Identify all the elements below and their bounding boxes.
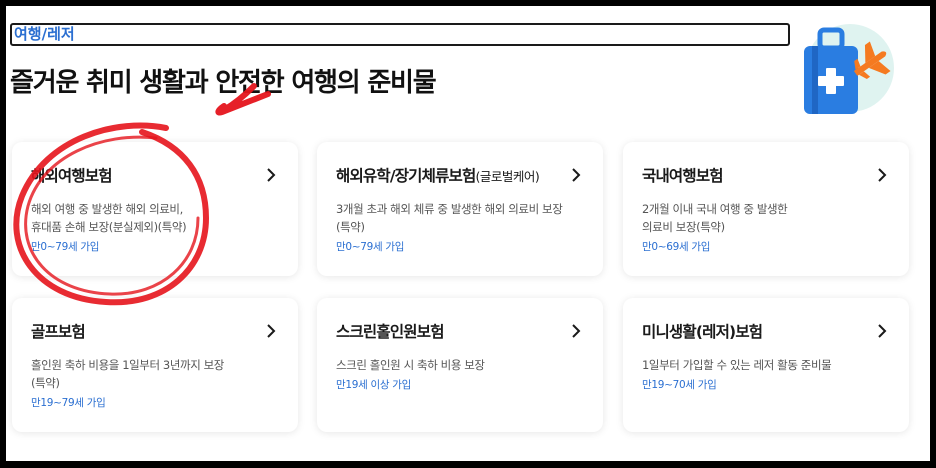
card-description: 3개월 초과 해외 체류 중 발생한 해외 의료비 보장 (특약) xyxy=(336,202,563,234)
card-age-range: 만19~70세 가입 xyxy=(642,379,717,391)
product-card-overseas-travel[interactable]: 해외여행보험 해외 여행 중 발생한 해외 의료비, 휴대품 손해 보장(분실제… xyxy=(12,142,298,276)
card-age-range: 만19세 이상 가입 xyxy=(336,379,411,391)
card-title: 골프보험 xyxy=(31,323,86,341)
page-headline: 즐거운 취미 생활과 안전한 여행의 준비물 xyxy=(10,68,437,98)
product-card-screen-hole-in-one[interactable]: 스크린홀인원보험 스크린 홀인원 시 축하 비용 보장 만19세 이상 가입 xyxy=(317,298,603,432)
card-age-range: 만0~79세 가입 xyxy=(31,241,100,253)
card-description: 2개월 이내 국내 여행 중 발생한 의료비 보장(특약) xyxy=(642,202,788,234)
card-description: 해외 여행 중 발생한 해외 의료비, 휴대품 손해 보장(분실제외)(특약) xyxy=(31,202,187,234)
product-card-study-abroad[interactable]: 해외유학/장기체류보험(글로벌케어) 3개월 초과 해외 체류 중 발생한 해외… xyxy=(317,142,603,276)
card-age-range: 만19~79세 가입 xyxy=(31,397,106,409)
card-title: 미니생활(레저)보험 xyxy=(642,323,763,341)
card-title: 스크린홀인원보험 xyxy=(336,323,444,341)
card-description: 스크린 홀인원 시 축하 비용 보장 xyxy=(336,358,485,372)
card-title: 해외유학/장기체류보험(글로벌케어) xyxy=(336,167,540,185)
card-description: 1일부터 가입할 수 있는 레저 활동 준비물 xyxy=(642,358,832,372)
product-card-golf[interactable]: 골프보험 홀인원 축하 비용을 1일부터 3년까지 보장 (특약) 만19~79… xyxy=(12,298,298,432)
chevron-right-icon[interactable] xyxy=(264,322,278,340)
chevron-right-icon[interactable] xyxy=(875,322,889,340)
card-title: 해외여행보험 xyxy=(31,167,113,185)
chevron-right-icon[interactable] xyxy=(875,166,889,184)
chevron-right-icon[interactable] xyxy=(569,322,583,340)
page: 여행/레저 즐거운 취미 생활과 안전한 여행의 준비물 해외여행보험 해외 여… xyxy=(6,6,930,461)
medical-cross-h xyxy=(818,76,844,86)
chevron-right-icon[interactable] xyxy=(569,166,583,184)
product-card-mini-leisure[interactable]: 미니생활(레저)보험 1일부터 가입할 수 있는 레저 활동 준비물 만19~7… xyxy=(623,298,909,432)
card-description: 홀인원 축하 비용을 1일부터 3년까지 보장 (특약) xyxy=(31,358,224,390)
card-age-range: 만0~69세 가입 xyxy=(642,241,711,253)
category-label: 여행/레저 xyxy=(14,25,75,43)
suitcase-stripe xyxy=(812,46,818,114)
card-title: 국내여행보험 xyxy=(642,167,724,185)
chevron-right-icon[interactable] xyxy=(264,166,278,184)
travel-suitcase-plane-icon xyxy=(804,24,894,114)
category-label-box[interactable]: 여행/레저 xyxy=(10,23,790,46)
product-card-domestic-travel[interactable]: 국내여행보험 2개월 이내 국내 여행 중 발생한 의료비 보장(특약) 만0~… xyxy=(623,142,909,276)
card-age-range: 만0~79세 가입 xyxy=(336,241,405,253)
